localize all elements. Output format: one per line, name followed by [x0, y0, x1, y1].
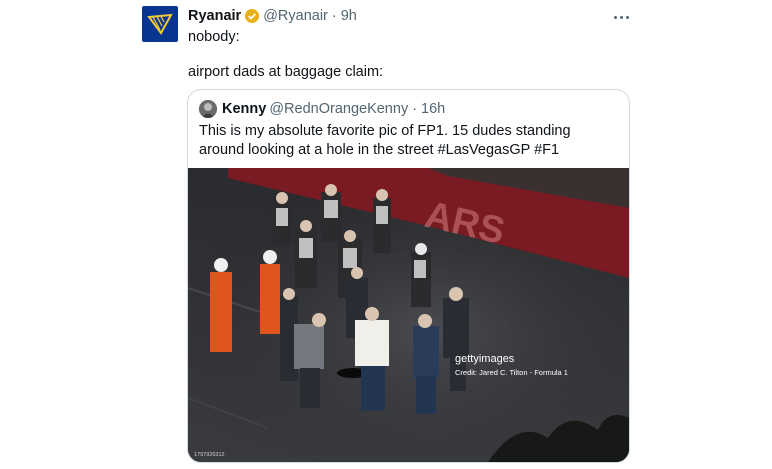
quoted-tweet-timestamp[interactable]: 16h — [421, 101, 445, 117]
tweet-text-line: nobody: — [188, 29, 240, 45]
author-name[interactable]: Ryanair — [188, 8, 241, 24]
ryanair-avatar[interactable] — [142, 6, 178, 42]
photo-id: 1797926312 — [194, 452, 225, 458]
verified-badge-icon — [244, 8, 260, 24]
separator-dot: · — [412, 101, 418, 117]
ryanair-harp-logo — [147, 13, 173, 35]
quoted-author-name[interactable]: Kenny — [222, 101, 266, 117]
quoted-tweet-photo[interactable]: ARS gettyimages Credit: Jared C. Tilton … — [188, 168, 629, 462]
more-options-icon[interactable] — [609, 9, 633, 25]
tweet[interactable]: Ryanair @Ryanair · 9h nobody: airport da… — [0, 0, 772, 469]
author-handle[interactable]: @Ryanair — [263, 8, 328, 24]
tweet-text-line: airport dads at baggage claim: — [188, 64, 384, 80]
getty-watermark: gettyimages — [455, 353, 515, 365]
quoted-tweet-header: Kenny @RednOrangeKenny · 16h — [199, 100, 445, 118]
quoted-author-handle[interactable]: @RednOrangeKenny — [269, 101, 408, 117]
quoted-tweet[interactable]: Kenny @RednOrangeKenny · 16h This is my … — [187, 89, 630, 463]
separator-dot: · — [331, 8, 337, 24]
quoted-author-avatar[interactable] — [199, 100, 217, 118]
quoted-tweet-text: This is my absolute favorite pic of FP1.… — [199, 123, 571, 158]
tweet-header: Ryanair @Ryanair · 9h — [188, 8, 357, 24]
photo-credit: Credit: Jared C. Tilton - Formula 1 — [455, 368, 568, 377]
tweet-timestamp[interactable]: 9h — [341, 8, 357, 24]
